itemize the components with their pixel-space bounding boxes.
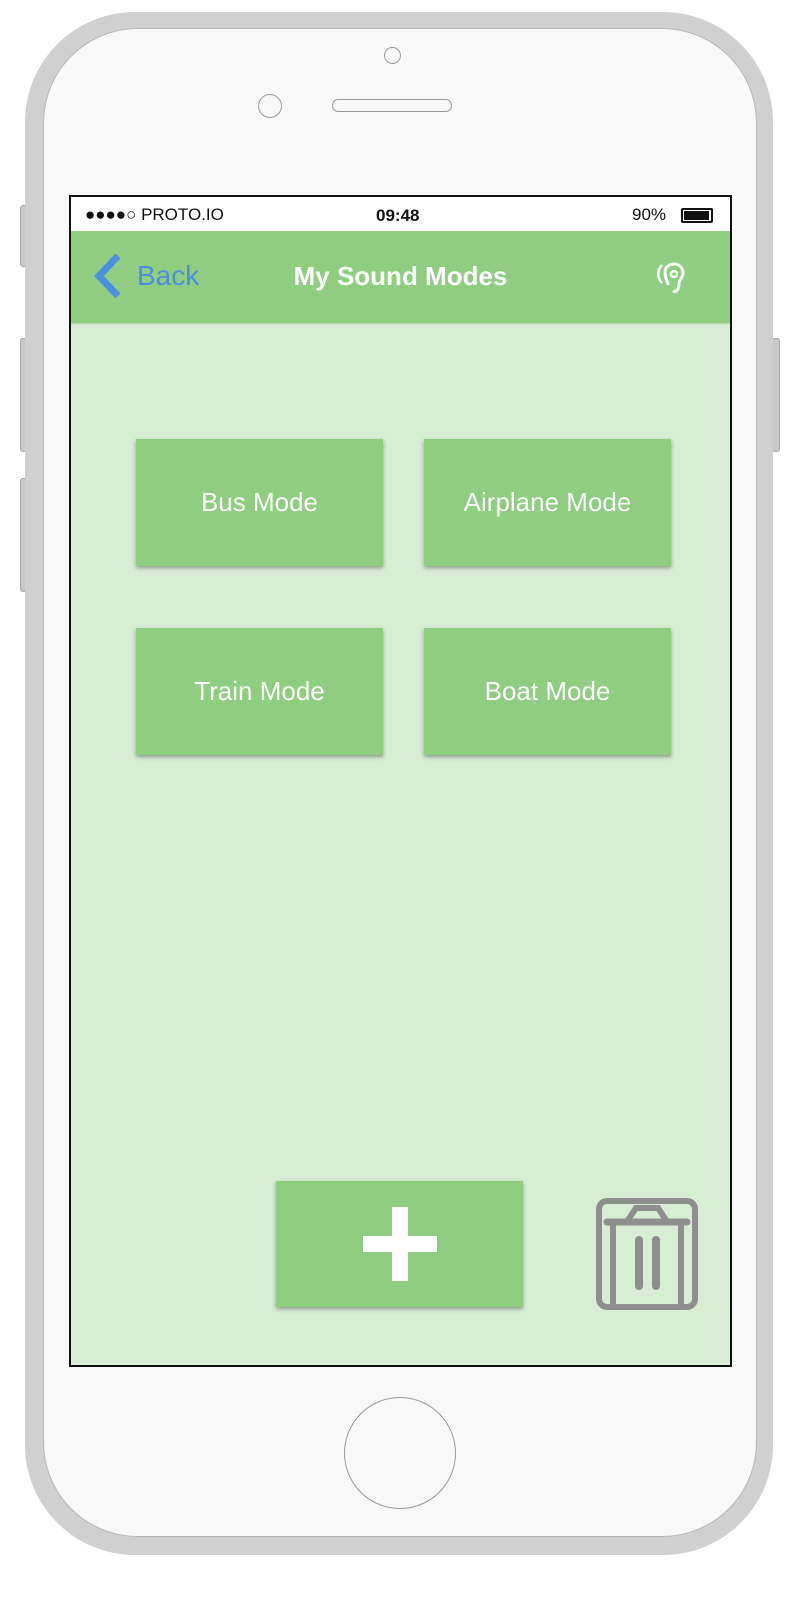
battery-icon: [681, 208, 713, 223]
add-mode-button[interactable]: [276, 1181, 523, 1307]
plus-icon: [362, 1207, 437, 1281]
carrier: ●●●●○ PROTO.IO: [85, 205, 224, 224]
train-mode-button[interactable]: Train Mode: [136, 628, 383, 755]
screen: ●●●●○ PROTO.IO 09:48 90% Back My Sound M…: [69, 195, 732, 1367]
speaker: [332, 99, 452, 112]
home-button[interactable]: [344, 1397, 456, 1509]
sensor: [258, 94, 282, 118]
bus-mode-button[interactable]: Bus Mode: [136, 439, 383, 566]
power-button: [772, 338, 780, 452]
boat-mode-button[interactable]: Boat Mode: [424, 628, 671, 755]
airplane-mode-button[interactable]: Airplane Mode: [424, 439, 671, 566]
trash-icon[interactable]: [596, 1198, 698, 1312]
battery-percent: 90%: [632, 205, 667, 224]
nav-bar: Back My Sound Modes: [71, 231, 730, 323]
clock: 09:48: [376, 206, 420, 225]
ear-icon[interactable]: [654, 259, 690, 297]
camera: [384, 47, 401, 64]
page-title: My Sound Modes: [293, 261, 508, 291]
status-bar: ●●●●○ PROTO.IO 09:48 90%: [71, 197, 730, 231]
